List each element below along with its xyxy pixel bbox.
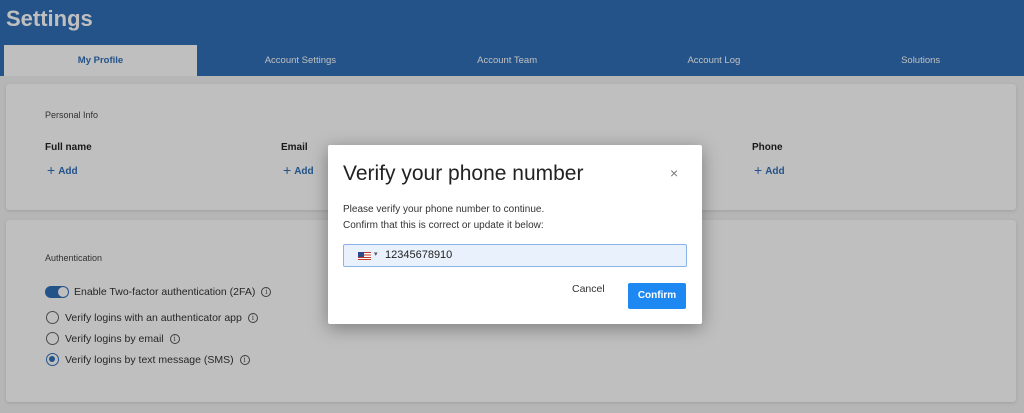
cancel-button[interactable]: Cancel [572,283,605,295]
dialog-message-line-1: Please verify your phone number to conti… [343,204,545,215]
verify-phone-dialog: Verify your phone number × Please verify… [328,145,702,324]
chevron-down-icon[interactable]: ▾ [374,250,378,258]
phone-input[interactable]: ▾ 12345678910 [343,244,687,267]
dialog-message-line-2: Confirm that this is correct or update i… [343,220,544,231]
confirm-button[interactable]: Confirm [628,283,686,309]
close-icon[interactable]: × [670,165,678,181]
dialog-title: Verify your phone number [343,162,584,185]
phone-input-value[interactable]: 12345678910 [385,249,452,261]
us-flag-icon[interactable] [358,252,371,260]
